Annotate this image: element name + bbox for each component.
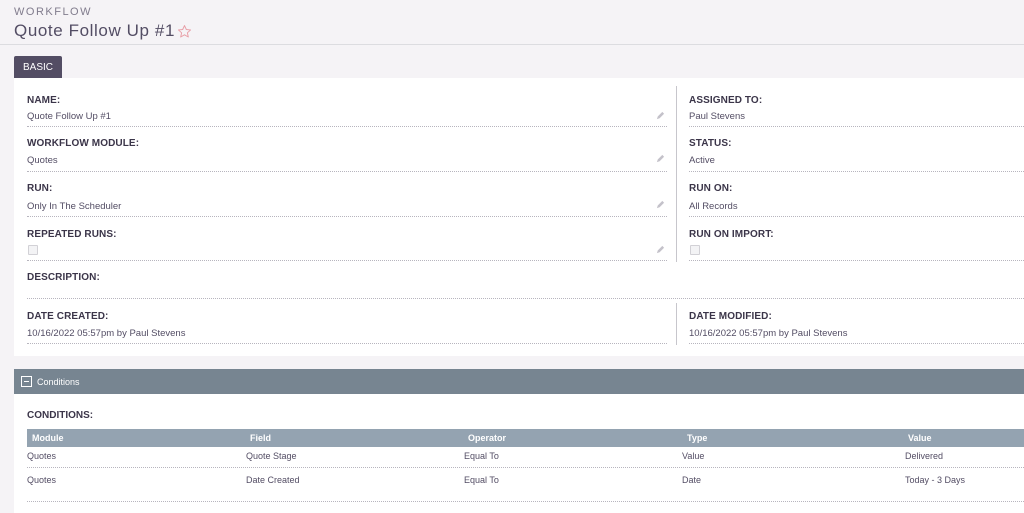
date-created-label: DATE CREATED: <box>27 311 109 322</box>
page-title-wrapper: Quote Follow Up #1 <box>14 21 192 41</box>
description-label: DESCRIPTION: <box>27 272 100 283</box>
module-label: WORKFLOW <box>14 6 92 18</box>
date-created-value: 10/16/2022 05:57pm by Paul Stevens <box>27 328 186 339</box>
status-value: Active <box>689 155 715 166</box>
field-divider <box>689 260 1024 261</box>
column-header-value: Value <box>908 433 932 443</box>
table-cell: Equal To <box>464 451 499 461</box>
tab-basic[interactable]: BASIC <box>14 56 62 78</box>
conditions-table-header <box>27 429 1024 447</box>
detail-panel <box>14 78 1024 356</box>
header-divider <box>0 44 1024 45</box>
field-divider <box>689 171 1024 172</box>
field-divider <box>27 216 667 217</box>
assigned-to-value: Paul Stevens <box>689 111 745 122</box>
conditions-panel <box>14 394 1024 513</box>
column-header-field: Field <box>250 433 272 443</box>
table-cell: Today - 3 Days <box>905 475 966 485</box>
conditions-label: CONDITIONS: <box>27 410 94 421</box>
table-cell: Quotes <box>27 451 57 461</box>
edit-pencil-icon[interactable] <box>656 111 665 120</box>
name-label: NAME: <box>27 95 61 106</box>
workflow-module-label: WORKFLOW MODULE: <box>27 138 140 149</box>
table-cell: Value <box>682 451 705 461</box>
run-value: Only In The Scheduler <box>27 201 122 212</box>
field-divider <box>689 216 1024 217</box>
table-row-divider <box>27 501 1024 502</box>
date-modified-label: DATE MODIFIED: <box>689 311 772 322</box>
table-cell: Equal To <box>464 475 499 485</box>
edit-pencil-icon[interactable] <box>656 245 665 254</box>
conditions-section-title: Conditions <box>37 376 80 387</box>
field-divider <box>27 298 1024 299</box>
column-divider-dates <box>676 303 677 345</box>
run-on-import-checkbox[interactable] <box>690 245 700 255</box>
status-label: STATUS: <box>689 138 732 149</box>
field-divider <box>27 126 667 127</box>
workflow-module-value: Quotes <box>27 155 58 166</box>
field-divider <box>27 171 667 172</box>
name-value: Quote Follow Up #1 <box>27 111 111 122</box>
table-cell: Date Created <box>246 475 300 485</box>
page-title: Quote Follow Up #1 <box>14 21 176 40</box>
table-row-divider <box>27 467 1024 468</box>
field-divider <box>689 343 1024 344</box>
run-on-import-label: RUN ON IMPORT: <box>689 229 774 240</box>
repeated-runs-checkbox[interactable] <box>28 245 38 255</box>
date-modified-value: 10/16/2022 05:57pm by Paul Stevens <box>689 328 848 339</box>
run-label: RUN: <box>27 183 53 194</box>
star-icon[interactable] <box>177 24 192 39</box>
field-divider <box>27 343 667 344</box>
edit-pencil-icon[interactable] <box>656 200 665 209</box>
table-cell: Quotes <box>27 475 57 485</box>
table-cell: Delivered <box>905 451 944 461</box>
edit-pencil-icon[interactable] <box>656 154 665 163</box>
run-on-label: RUN ON: <box>689 183 733 194</box>
field-divider <box>689 126 1024 127</box>
column-header-operator: Operator <box>468 433 507 443</box>
column-divider <box>676 86 677 262</box>
conditions-section-header[interactable]: Conditions <box>14 369 1024 394</box>
assigned-to-label: ASSIGNED TO: <box>689 95 763 106</box>
column-header-type: Type <box>687 433 708 443</box>
field-divider <box>27 260 667 261</box>
table-cell: Quote Stage <box>246 451 297 461</box>
collapse-minus-icon[interactable] <box>21 376 32 387</box>
table-cell: Date <box>682 475 702 485</box>
run-on-value: All Records <box>689 201 738 212</box>
column-header-module: Module <box>32 433 64 443</box>
repeated-runs-label: REPEATED RUNS: <box>27 229 117 240</box>
